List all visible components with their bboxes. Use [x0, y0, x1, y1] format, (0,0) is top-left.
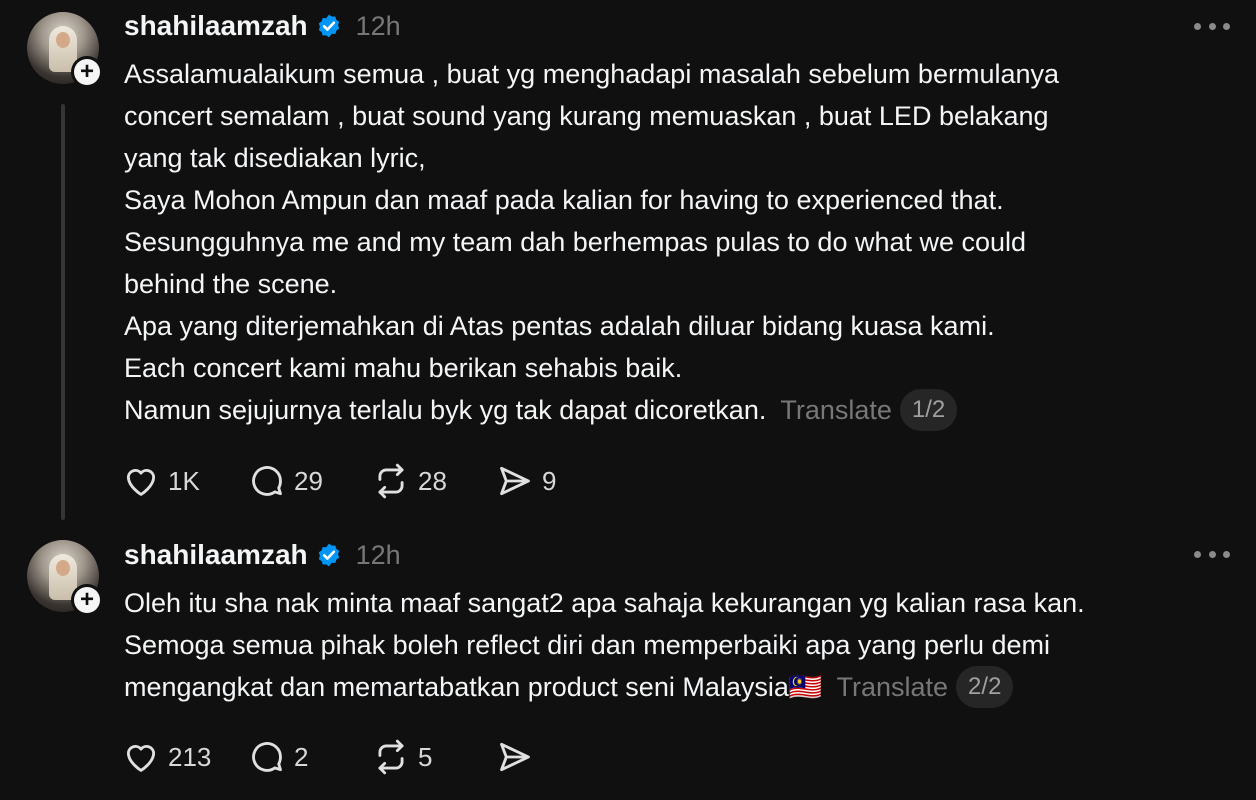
post-text-line: yang tak disediakan lyric,: [124, 143, 426, 173]
share-button[interactable]: 9: [496, 462, 556, 500]
post-text-line: concert semalam , buat sound yang kurang…: [124, 101, 1049, 131]
share-count: 9: [542, 465, 557, 496]
post-text-line-last: mengangkat dan memartabatkan product sen…: [124, 665, 1234, 710]
post-text-line: Assalamualaikum semua , buat yg menghada…: [124, 59, 1060, 89]
post-text-line-last: Namun sejujurnya terlalu byk yg tak dapa…: [124, 388, 1234, 433]
comment-icon: [252, 466, 282, 496]
malaysia-flag-emoji: 🇲🇾: [788, 672, 823, 702]
reply-button[interactable]: 29: [248, 462, 372, 500]
post-time: 12h: [355, 10, 401, 41]
repost-icon: [378, 463, 404, 499]
post-text-line: Saya Mohon Ampun dan maaf pada kalian fo…: [124, 185, 1004, 215]
repost-button[interactable]: 5: [372, 738, 496, 776]
heart-icon: [126, 469, 156, 496]
repost-count: 28: [418, 465, 447, 496]
author-avatar[interactable]: +: [27, 540, 103, 616]
post-text: Oleh itu sha nak minta maaf sangat2 apa …: [124, 582, 1234, 710]
more-options-button[interactable]: [1194, 542, 1230, 566]
thread-page-indicator: 1/2: [899, 388, 958, 431]
like-button[interactable]: 1K: [122, 462, 248, 500]
post-text-segment: mengangkat dan memartabatkan product sen…: [124, 672, 789, 702]
repost-button[interactable]: 28: [372, 462, 496, 500]
verified-badge-icon: [318, 14, 339, 38]
username[interactable]: shahilaamzah: [124, 539, 308, 571]
post-text-segment: Namun sejujurnya terlalu byk yg tak dapa…: [124, 395, 767, 425]
reply-count: 2: [294, 741, 309, 772]
plus-icon: +: [74, 587, 100, 613]
post-text-line: Oleh itu sha nak minta maaf sangat2 apa …: [124, 588, 1085, 618]
reply-count: 29: [294, 465, 323, 496]
more-icon: [1194, 550, 1201, 558]
post-text-line: Semoga semua pihak boleh reflect diri da…: [124, 630, 1051, 660]
post-actions: 1K 29 28 9: [122, 461, 556, 501]
follow-button[interactable]: +: [71, 584, 103, 616]
post-text-line: Apa yang diterjemahkan di Atas pentas ad…: [124, 311, 995, 341]
reply-button[interactable]: 2: [248, 738, 372, 776]
post-header: shahilaamzah 12h: [124, 10, 401, 42]
comment-icon: [252, 742, 282, 772]
more-icon: [1194, 22, 1201, 30]
post-header: shahilaamzah 12h: [124, 539, 401, 571]
thread-connector-line: [61, 104, 65, 520]
plus-icon: +: [74, 59, 100, 85]
repost-icon: [378, 739, 404, 775]
thread-page-indicator: 2/2: [956, 665, 1014, 708]
repost-count: 5: [418, 741, 433, 772]
post-text: Assalamualaikum semua , buat yg menghada…: [124, 53, 1234, 433]
more-options-button[interactable]: [1194, 14, 1230, 38]
share-icon: [500, 466, 530, 496]
like-button[interactable]: 213: [122, 738, 248, 776]
translate-link[interactable]: Translate: [837, 672, 949, 702]
verified-badge-icon: [318, 543, 339, 567]
share-button[interactable]: [496, 738, 542, 776]
heart-icon: [126, 745, 156, 772]
like-count: 1K: [168, 465, 200, 496]
share-icon: [500, 742, 530, 772]
thread-post: + shahilaamzah 12h Assalamualaikum semua…: [0, 0, 1256, 530]
translate-link[interactable]: Translate: [780, 395, 892, 425]
author-avatar[interactable]: +: [27, 12, 103, 88]
like-count: 213: [168, 741, 212, 772]
follow-button[interactable]: +: [71, 56, 103, 88]
post-time: 12h: [355, 539, 401, 570]
post-actions: 213 2 5: [122, 737, 542, 777]
username[interactable]: shahilaamzah: [124, 10, 308, 42]
post-text-line: behind the scene.: [124, 269, 338, 299]
post-text-line: Each concert kami mahu berikan sehabis b…: [124, 353, 683, 383]
post-text-line: Sesungguhnya me and my team dah berhempa…: [124, 227, 1027, 257]
thread-post: + shahilaamzah 12h Oleh itu sha nak mint…: [0, 530, 1256, 800]
